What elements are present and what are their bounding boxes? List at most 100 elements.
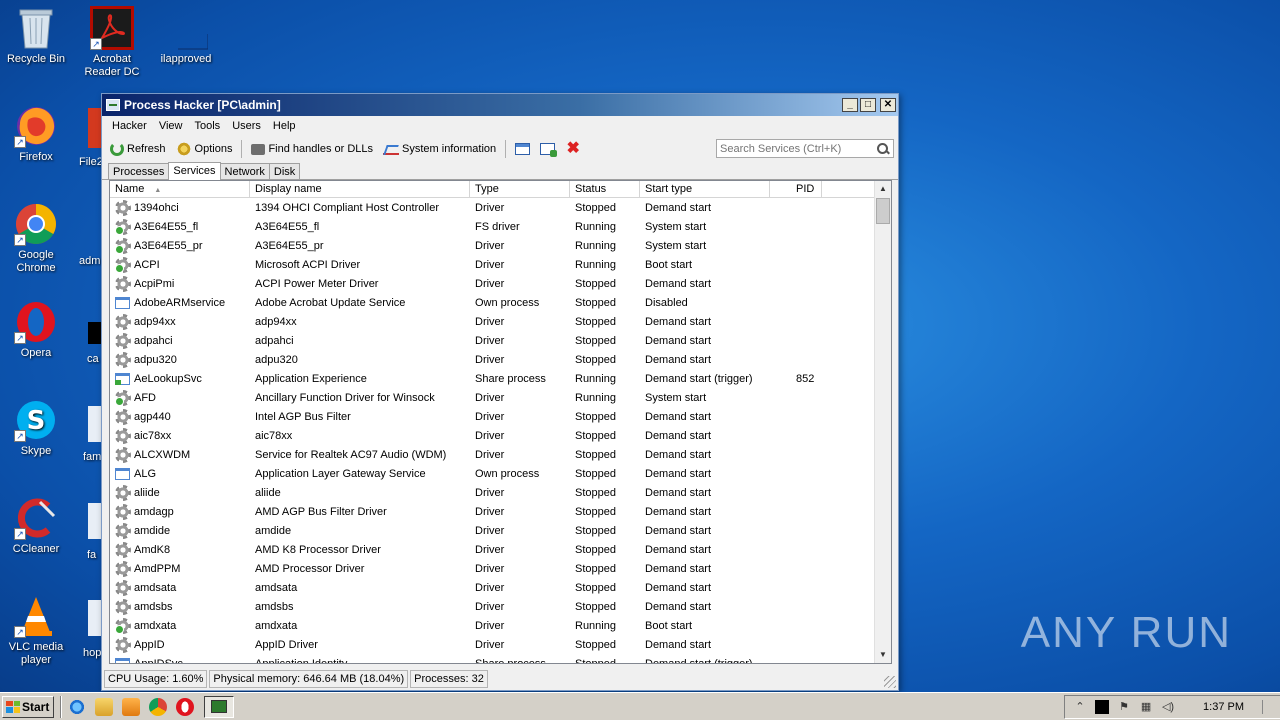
table-row[interactable]: amdxata amdxata Driver Running Boot start	[110, 616, 876, 635]
desktop-icon-opera[interactable]: ↗ Opera	[0, 300, 72, 360]
table-row[interactable]: 1394ohci 1394 OHCI Compliant Host Control…	[110, 198, 876, 217]
table-row[interactable]: AmdK8 AMD K8 Processor Driver Driver Stoppe…	[110, 540, 876, 559]
opera-taskbar-icon[interactable]	[176, 697, 194, 716]
options-button[interactable]: Options	[172, 139, 237, 159]
volume-icon[interactable]: ◁)	[1161, 700, 1175, 714]
menu-view[interactable]: View	[153, 120, 189, 132]
scroll-thumb[interactable]	[876, 198, 890, 224]
cell-start-type: Demand start	[645, 315, 712, 328]
column-header-type[interactable]: Type	[470, 181, 570, 197]
scroll-down-icon[interactable]: ▼	[875, 647, 891, 663]
refresh-button[interactable]: Refresh	[106, 140, 170, 158]
table-row[interactable]: A3E64E55_fl A3E64E55_fl FS driver Running Sy…	[110, 217, 876, 236]
find-handles-button[interactable]: Find handles or DLLs	[247, 141, 377, 157]
chrome-taskbar-icon[interactable]	[149, 697, 167, 716]
terminate-button[interactable]: ✖	[561, 139, 585, 159]
column-header-start-type[interactable]: Start type	[640, 181, 770, 197]
clock[interactable]: 1:37 PM	[1203, 701, 1244, 713]
table-row[interactable]: ALCXWDM Service for Realtek AC97 Audio (W…	[110, 445, 876, 464]
table-row[interactable]: amdide amdide Driver Stopped Demand start	[110, 521, 876, 540]
table-row[interactable]: amdagp AMD AGP Bus Filter Driver Driver Sto…	[110, 502, 876, 521]
find-window-button[interactable]	[511, 141, 534, 157]
desktop-icon-google-chrome[interactable]: ↗ Google Chrome	[0, 202, 72, 275]
flag-icon[interactable]: ⚑	[1117, 700, 1131, 714]
table-row[interactable]: ACPI Microsoft ACPI Driver Driver Running Bo…	[110, 255, 876, 274]
desktop-icon-firefox[interactable]: ↗ Firefox	[0, 104, 72, 164]
title-bar[interactable]: Process Hacker [PC\admin] _ □ ✕	[102, 94, 898, 116]
search-box[interactable]	[716, 139, 894, 158]
search-input[interactable]	[717, 142, 876, 155]
table-row[interactable]: A3E64E55_pr A3E64E55_pr Driver Running Syste…	[110, 236, 876, 255]
table-row[interactable]: amdsbs amdsbs Driver Stopped Demand start	[110, 597, 876, 616]
desktop-icon-skype[interactable]: S ↗ Skype	[0, 398, 72, 458]
table-row[interactable]: AmdPPM AMD Processor Driver Driver Stopped D…	[110, 559, 876, 578]
close-button[interactable]: ✕	[880, 98, 896, 112]
vertical-scrollbar[interactable]: ▲ ▼	[874, 181, 891, 663]
column-header-display-name[interactable]: Display name	[250, 181, 470, 197]
partial-icon-label[interactable]: fam	[83, 451, 101, 463]
desktop-icon-ilapproved[interactable]: ilapproved	[150, 6, 222, 66]
process-hacker-window[interactable]: Process Hacker [PC\admin] _ □ ✕ Hacker V…	[101, 93, 899, 691]
service-gear-icon	[115, 484, 131, 501]
show-hidden-icons-icon[interactable]: ⌃	[1073, 700, 1087, 714]
system-information-button[interactable]: System information	[379, 141, 500, 157]
partial-icon-label[interactable]: admi	[79, 255, 103, 267]
column-header-name[interactable]: Name ▲	[110, 181, 250, 197]
cell-status: Stopped	[575, 486, 616, 499]
media-player-icon[interactable]	[122, 697, 140, 716]
table-row[interactable]: ALG Application Layer Gateway Service Own …	[110, 464, 876, 483]
tab-network[interactable]: Network	[219, 163, 270, 179]
column-header-status[interactable]: Status	[570, 181, 640, 197]
menu-users[interactable]: Users	[226, 120, 267, 132]
desktop-icon-ccleaner[interactable]: ↗ CCleaner	[0, 496, 72, 556]
column-header-pid[interactable]: PID	[770, 181, 822, 197]
tab-services[interactable]: Services	[168, 162, 221, 180]
cell-start-type: Demand start	[645, 410, 712, 423]
resize-grip-icon[interactable]	[884, 676, 896, 688]
table-row[interactable]: adpu320 adpu320 Driver Stopped Demand start	[110, 350, 876, 369]
minimize-button[interactable]: _	[842, 98, 858, 112]
table-row[interactable]: agp440 Intel AGP Bus Filter Driver Stopped D…	[110, 407, 876, 426]
tab-disk[interactable]: Disk	[268, 163, 301, 179]
table-row[interactable]: aic78xx aic78xx Driver Stopped Demand start	[110, 426, 876, 445]
desktop-icon-recycle-bin[interactable]: Recycle Bin	[0, 6, 72, 66]
shortcut-arrow-icon: ↗	[14, 234, 26, 246]
table-row[interactable]: AFD Ancillary Function Driver for Winsock…	[110, 388, 876, 407]
desktop-icon-acrobat-reader[interactable]: ↗ Acrobat Reader DC	[76, 6, 148, 79]
maximize-button[interactable]: □	[860, 98, 876, 112]
menu-tools[interactable]: Tools	[189, 120, 227, 132]
table-row[interactable]: AppID AppID Driver Driver Stopped Demand sta…	[110, 635, 876, 654]
partial-icon-label[interactable]: hop	[83, 647, 101, 659]
scroll-up-icon[interactable]: ▲	[875, 181, 891, 197]
partial-icon-label[interactable]: ca	[87, 353, 99, 365]
cell-name: A3E64E55_pr	[110, 237, 250, 254]
find-window-thread-button[interactable]	[536, 141, 559, 157]
table-row[interactable]: adp94xx adp94xx Driver Stopped Demand start	[110, 312, 876, 331]
table-row[interactable]: adpahci adpahci Driver Stopped Demand start	[110, 331, 876, 350]
show-desktop-icon[interactable]	[1262, 700, 1272, 714]
service-gear-icon	[115, 636, 131, 653]
table-row[interactable]: AdobeARMservice Adobe Acrobat Update Serv…	[110, 293, 876, 312]
search-icon[interactable]	[876, 142, 890, 156]
toolbar-separator	[241, 140, 243, 158]
table-row[interactable]: AeLookupSvc Application Experience Share p…	[110, 369, 876, 388]
internet-explorer-icon[interactable]	[68, 697, 86, 716]
desktop-icon-vlc[interactable]: ↗ VLC media player	[0, 594, 72, 667]
process-hacker-taskbar-button[interactable]	[204, 695, 234, 718]
partial-icon-label[interactable]: File2	[79, 156, 103, 168]
explorer-folder-icon[interactable]	[95, 697, 113, 716]
tab-processes[interactable]: Processes	[108, 163, 170, 179]
network-icon[interactable]: ▦	[1139, 700, 1153, 714]
service-name: AmdK8	[134, 543, 171, 556]
black-square-icon[interactable]	[1095, 700, 1110, 714]
table-row[interactable]: AppIDSvc Application Identity Share proces…	[110, 654, 876, 663]
table-row[interactable]: AcpiPmi ACPI Power Meter Driver Driver Stop…	[110, 274, 876, 293]
start-button[interactable]: Start	[2, 695, 54, 718]
menu-help[interactable]: Help	[267, 120, 302, 132]
table-row[interactable]: amdsata amdsata Driver Stopped Demand start	[110, 578, 876, 597]
table-row[interactable]: aliide aliide Driver Stopped Demand start	[110, 483, 876, 502]
services-list[interactable]: Name ▲ Display name Type Status Start typ…	[109, 180, 892, 664]
menu-hacker[interactable]: Hacker	[106, 120, 153, 132]
cell-display-name: ACPI Power Meter Driver	[255, 277, 379, 290]
partial-icon-label[interactable]: fa	[87, 549, 96, 561]
